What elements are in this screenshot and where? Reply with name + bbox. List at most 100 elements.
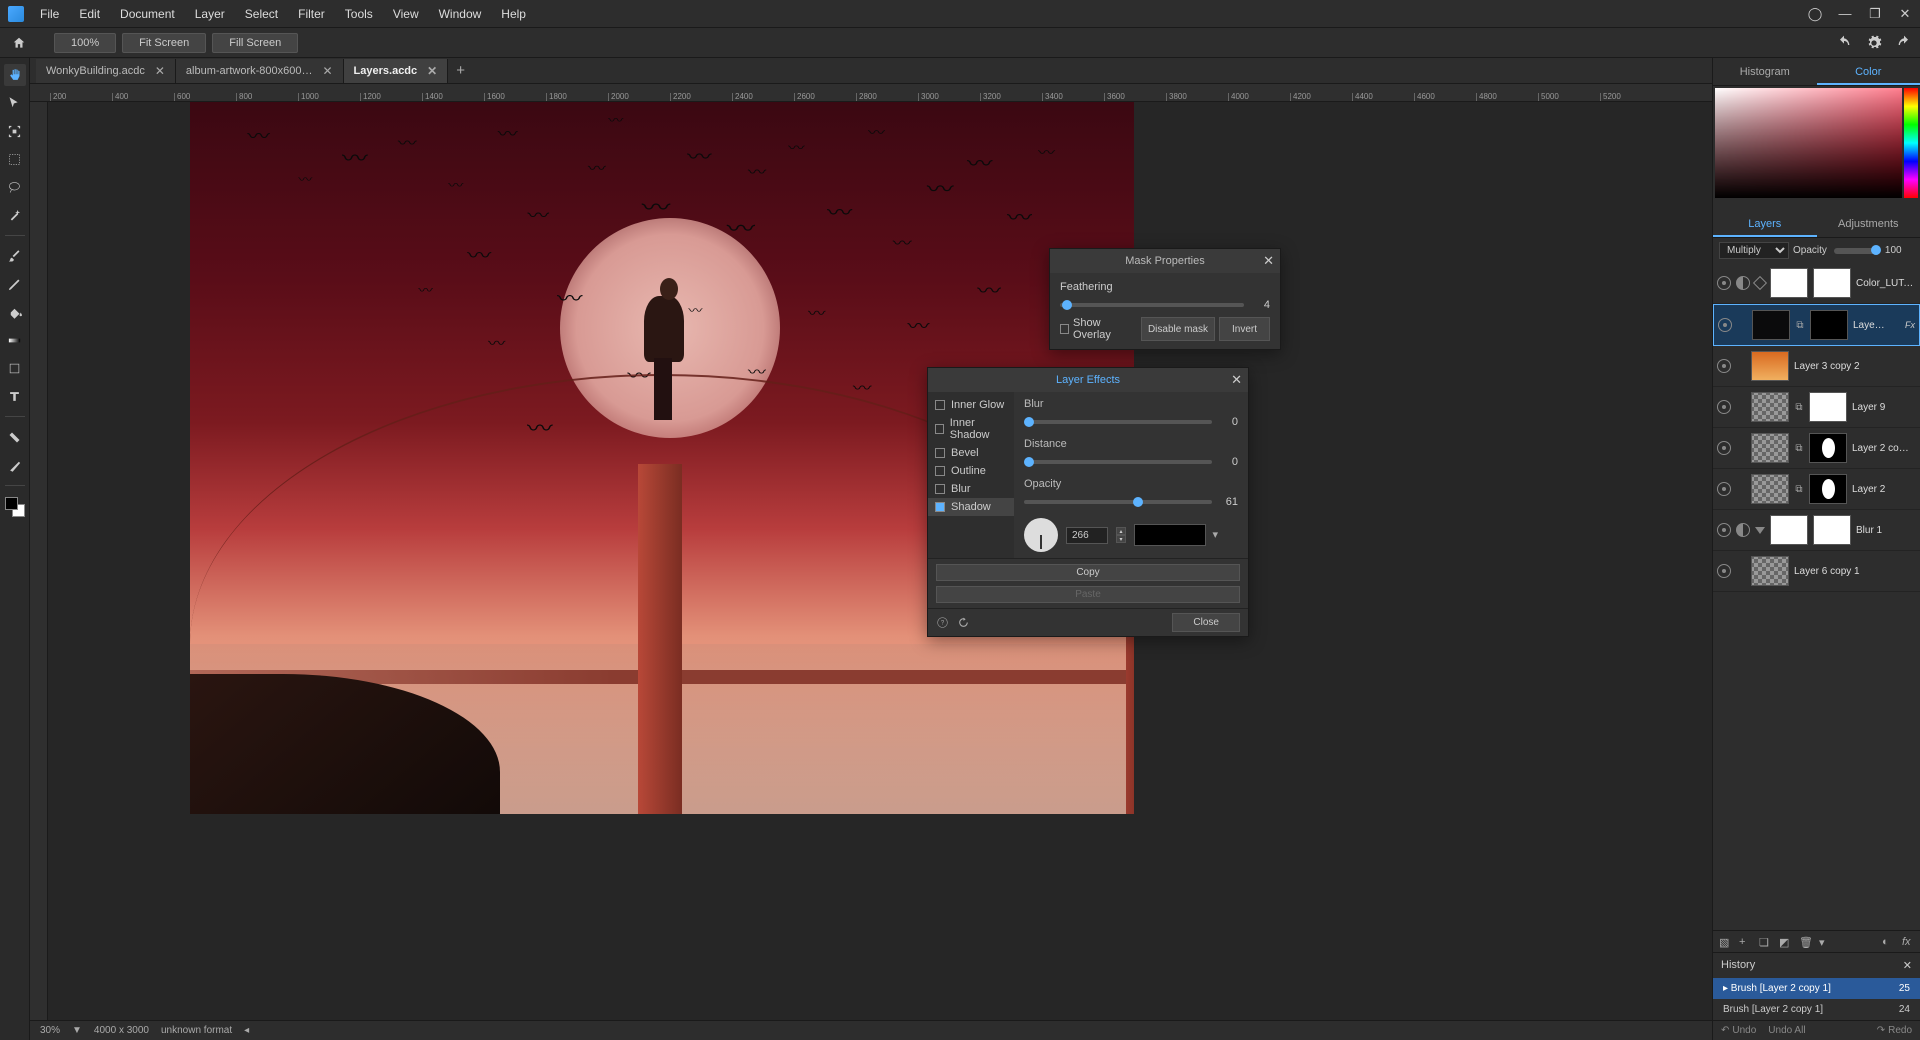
visibility-icon[interactable] — [1717, 482, 1731, 496]
help-icon[interactable]: ? — [936, 616, 949, 629]
shadow-color-swatch[interactable] — [1134, 524, 1206, 546]
merge-icon[interactable]: ▾ — [1819, 936, 1831, 948]
mask-icon[interactable]: ◩ — [1779, 936, 1791, 948]
mask-close-icon[interactable]: ✕ — [1263, 253, 1274, 269]
redo-button[interactable]: ↷ Redo — [1877, 1025, 1912, 1036]
fx-item-bevel[interactable]: Bevel — [928, 444, 1014, 462]
mask-thumbnail[interactable] — [1813, 515, 1851, 545]
undo-all-button[interactable]: Undo All — [1768, 1025, 1805, 1036]
close-tab-icon[interactable]: ✕ — [427, 64, 437, 78]
link-icon[interactable]: ⧉ — [1794, 400, 1804, 414]
feathering-slider[interactable] — [1060, 303, 1244, 307]
visibility-icon[interactable] — [1717, 276, 1731, 290]
shape-tool[interactable] — [4, 357, 26, 379]
fx-icon[interactable]: fx — [1902, 936, 1914, 948]
angle-dial[interactable] — [1024, 518, 1058, 552]
delete-icon[interactable]: 🗑 — [1799, 936, 1811, 948]
history-close-icon[interactable]: ✕ — [1903, 959, 1912, 972]
add-icon[interactable]: + — [1739, 936, 1751, 948]
link-icon[interactable]: ⧉ — [1794, 441, 1804, 455]
fx-paste-button[interactable]: Paste — [936, 586, 1240, 603]
mask-thumbnail[interactable] — [1809, 474, 1847, 504]
fx-close-icon[interactable]: ✕ — [1231, 372, 1242, 388]
layer-thumbnail[interactable] — [1751, 474, 1789, 504]
fx-blur-slider[interactable] — [1024, 420, 1212, 424]
fit-screen-button[interactable]: Fit Screen — [122, 33, 206, 53]
pencil-tool[interactable] — [4, 273, 26, 295]
color-picker-panel[interactable] — [1713, 86, 1920, 200]
mask-thumbnail[interactable] — [1809, 392, 1847, 422]
fx-distance-slider[interactable] — [1024, 460, 1212, 464]
layer-row[interactable]: ⧉Layer 2 — [1713, 469, 1920, 510]
undo-icon[interactable] — [1836, 35, 1852, 51]
layer-thumbnail[interactable] — [1751, 433, 1789, 463]
visibility-icon[interactable] — [1717, 523, 1731, 537]
menu-filter[interactable]: Filter — [298, 7, 325, 21]
add-layer-icon[interactable]: ▧ — [1719, 936, 1731, 948]
menu-layer[interactable]: Layer — [195, 7, 225, 21]
move-tool[interactable] — [4, 92, 26, 114]
layer-row[interactable]: ⧉Layer 2 co… — [1713, 428, 1920, 469]
menu-window[interactable]: Window — [439, 7, 482, 21]
brush-tool[interactable] — [4, 245, 26, 267]
opacity-slider[interactable] — [1834, 248, 1878, 254]
visibility-icon[interactable] — [1717, 564, 1731, 578]
visibility-icon[interactable] — [1717, 359, 1731, 373]
menu-file[interactable]: File — [40, 7, 59, 21]
hand-tool[interactable] — [4, 64, 26, 86]
layer-row[interactable]: Layer 3 copy 2 — [1713, 346, 1920, 387]
gradient-tool[interactable] — [4, 329, 26, 351]
fill-tool[interactable] — [4, 301, 26, 323]
link-icon[interactable]: ⧉ — [1794, 482, 1804, 496]
fx-copy-button[interactable]: Copy — [936, 564, 1240, 581]
invert-mask-button[interactable]: Invert — [1219, 317, 1270, 341]
tab-layers[interactable]: Layers — [1713, 210, 1817, 237]
redo-icon[interactable] — [1896, 35, 1912, 51]
visibility-icon[interactable] — [1717, 400, 1731, 414]
fill-screen-button[interactable]: Fill Screen — [212, 33, 298, 53]
disable-mask-button[interactable]: Disable mask — [1141, 317, 1215, 341]
layer-thumbnail[interactable] — [1752, 310, 1790, 340]
undo-button[interactable]: ↶ Undo — [1721, 1025, 1756, 1036]
zoom-level-button[interactable]: 100% — [54, 33, 116, 53]
close-tab-icon[interactable]: ✕ — [322, 64, 332, 78]
fx-item-inner-shadow[interactable]: Inner Shadow — [928, 414, 1014, 444]
mask-thumbnail[interactable] — [1809, 433, 1847, 463]
blend-mode-select[interactable]: Multiply — [1719, 242, 1789, 259]
doc-tab[interactable]: Layers.acdc✕ — [344, 59, 449, 83]
history-item[interactable]: ▸ Brush [Layer 2 copy 1]25 — [1713, 978, 1920, 999]
refresh-icon[interactable] — [957, 616, 970, 629]
minimize-icon[interactable]: — — [1838, 7, 1852, 21]
add-tab-icon[interactable]: + — [448, 58, 473, 83]
menu-view[interactable]: View — [393, 7, 419, 21]
lasso-tool[interactable] — [4, 176, 26, 198]
menu-select[interactable]: Select — [245, 7, 278, 21]
doc-tab[interactable]: album-artwork-800x600…✕ — [176, 59, 344, 83]
layer-thumbnail[interactable] — [1751, 392, 1789, 422]
tab-adjustments[interactable]: Adjustments — [1817, 210, 1920, 237]
menu-tools[interactable]: Tools — [345, 7, 373, 21]
clone-tool[interactable] — [4, 454, 26, 476]
tab-histogram[interactable]: Histogram — [1713, 58, 1817, 85]
show-overlay-checkbox[interactable]: Show Overlay — [1060, 317, 1133, 341]
angle-input[interactable] — [1066, 527, 1108, 544]
angle-up-icon[interactable]: ▴ — [1116, 527, 1126, 535]
history-item[interactable]: Brush [Layer 2 copy 1]24 — [1713, 999, 1920, 1020]
fx-item-inner-glow[interactable]: Inner Glow — [928, 396, 1014, 414]
menu-help[interactable]: Help — [501, 7, 526, 21]
settings-icon[interactable] — [1866, 35, 1882, 51]
close-window-icon[interactable]: ✕ — [1898, 7, 1912, 21]
layer-row[interactable]: Color_LUTs… — [1713, 263, 1920, 304]
canvas[interactable]: 〰〰〰〰〰〰〰〰〰〰〰〰〰〰〰〰〰〰〰〰〰〰〰〰〰〰〰〰〰〰〰〰〰〰〰 — [48, 102, 1712, 1020]
duplicate-icon[interactable]: ❏ — [1759, 936, 1771, 948]
adjustment-icon[interactable]: ◐ — [1882, 936, 1894, 948]
fg-bg-color-swatch[interactable] — [5, 497, 25, 517]
menu-document[interactable]: Document — [120, 7, 175, 21]
mask-thumbnail[interactable] — [1813, 268, 1851, 298]
layer-row[interactable]: ⧉Laye…Fx — [1713, 304, 1920, 346]
doc-tab[interactable]: WonkyBuilding.acdc✕ — [36, 59, 176, 83]
layer-thumbnail[interactable] — [1751, 351, 1789, 381]
angle-down-icon[interactable]: ▾ — [1116, 535, 1126, 543]
layer-thumbnail[interactable] — [1751, 556, 1789, 586]
tab-color[interactable]: Color — [1817, 58, 1920, 85]
